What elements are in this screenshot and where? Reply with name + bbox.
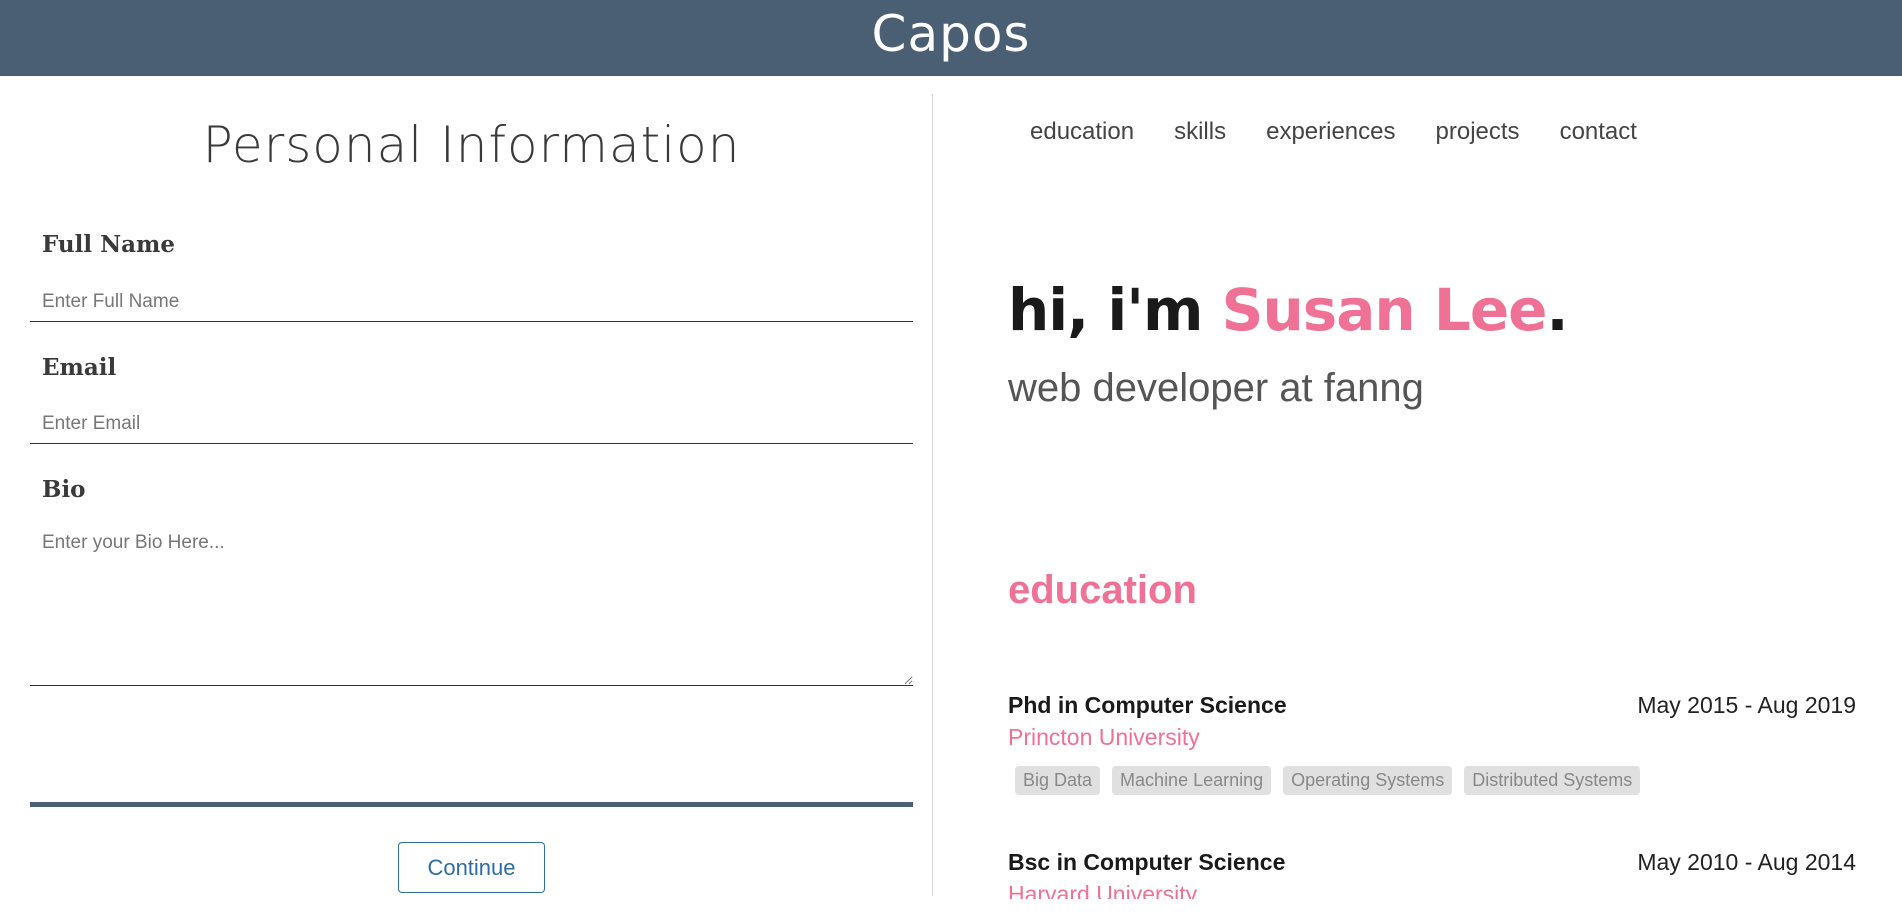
brand-title: Capos bbox=[871, 5, 1031, 63]
email-label: Email bbox=[42, 354, 117, 381]
personal-info-form: Personal Information Full Name Email Bio… bbox=[30, 76, 913, 923]
education-degree: Bsc in Computer Science bbox=[1008, 849, 1286, 875]
education-school: Princton University bbox=[1008, 724, 1200, 750]
tag-badge: Operating Systems bbox=[1283, 766, 1453, 795]
education-section-title: education bbox=[1008, 568, 1197, 612]
hero-name: Susan Lee bbox=[1221, 276, 1548, 344]
email-input[interactable] bbox=[30, 404, 913, 444]
bio-label: Bio bbox=[42, 476, 86, 503]
tag-badge: Machine Learning bbox=[1112, 766, 1272, 795]
hero-subtitle: web developer at fanng bbox=[1008, 366, 1424, 410]
hero-heading: hi, i'm Susan Lee. bbox=[1008, 276, 1569, 344]
hero-suffix: . bbox=[1546, 276, 1569, 344]
form-title: Personal Information bbox=[202, 116, 741, 174]
resume-preview: education skills experiences projects co… bbox=[1008, 76, 1868, 899]
education-school: Harvard University bbox=[1008, 881, 1198, 899]
nav-link-experiences[interactable]: experiences bbox=[1266, 118, 1395, 146]
continue-button[interactable]: Continue bbox=[398, 842, 545, 893]
form-progress-bar bbox=[30, 802, 913, 807]
bio-textarea[interactable] bbox=[30, 526, 913, 686]
education-dates: May 2015 - Aug 2019 bbox=[1637, 692, 1856, 718]
full-name-input[interactable] bbox=[30, 282, 913, 322]
nav-link-skills[interactable]: skills bbox=[1174, 118, 1226, 146]
hero-prefix: hi, i'm bbox=[1008, 276, 1222, 344]
tag-badge: Distributed Systems bbox=[1464, 766, 1641, 795]
panel-divider bbox=[932, 94, 933, 896]
nav-link-projects[interactable]: projects bbox=[1436, 118, 1520, 146]
tag-badge: Big Data bbox=[1015, 766, 1101, 795]
nav-link-contact[interactable]: contact bbox=[1560, 118, 1637, 146]
education-dates: May 2010 - Aug 2014 bbox=[1637, 849, 1856, 875]
app-header: Capos bbox=[0, 0, 1902, 76]
education-tags: Big Data Machine Learning Operating Syst… bbox=[1015, 766, 1641, 795]
preview-nav: education skills experiences projects co… bbox=[1030, 118, 1637, 146]
nav-link-education[interactable]: education bbox=[1030, 118, 1134, 146]
full-name-label: Full Name bbox=[42, 231, 176, 258]
education-degree: Phd in Computer Science bbox=[1008, 692, 1287, 718]
